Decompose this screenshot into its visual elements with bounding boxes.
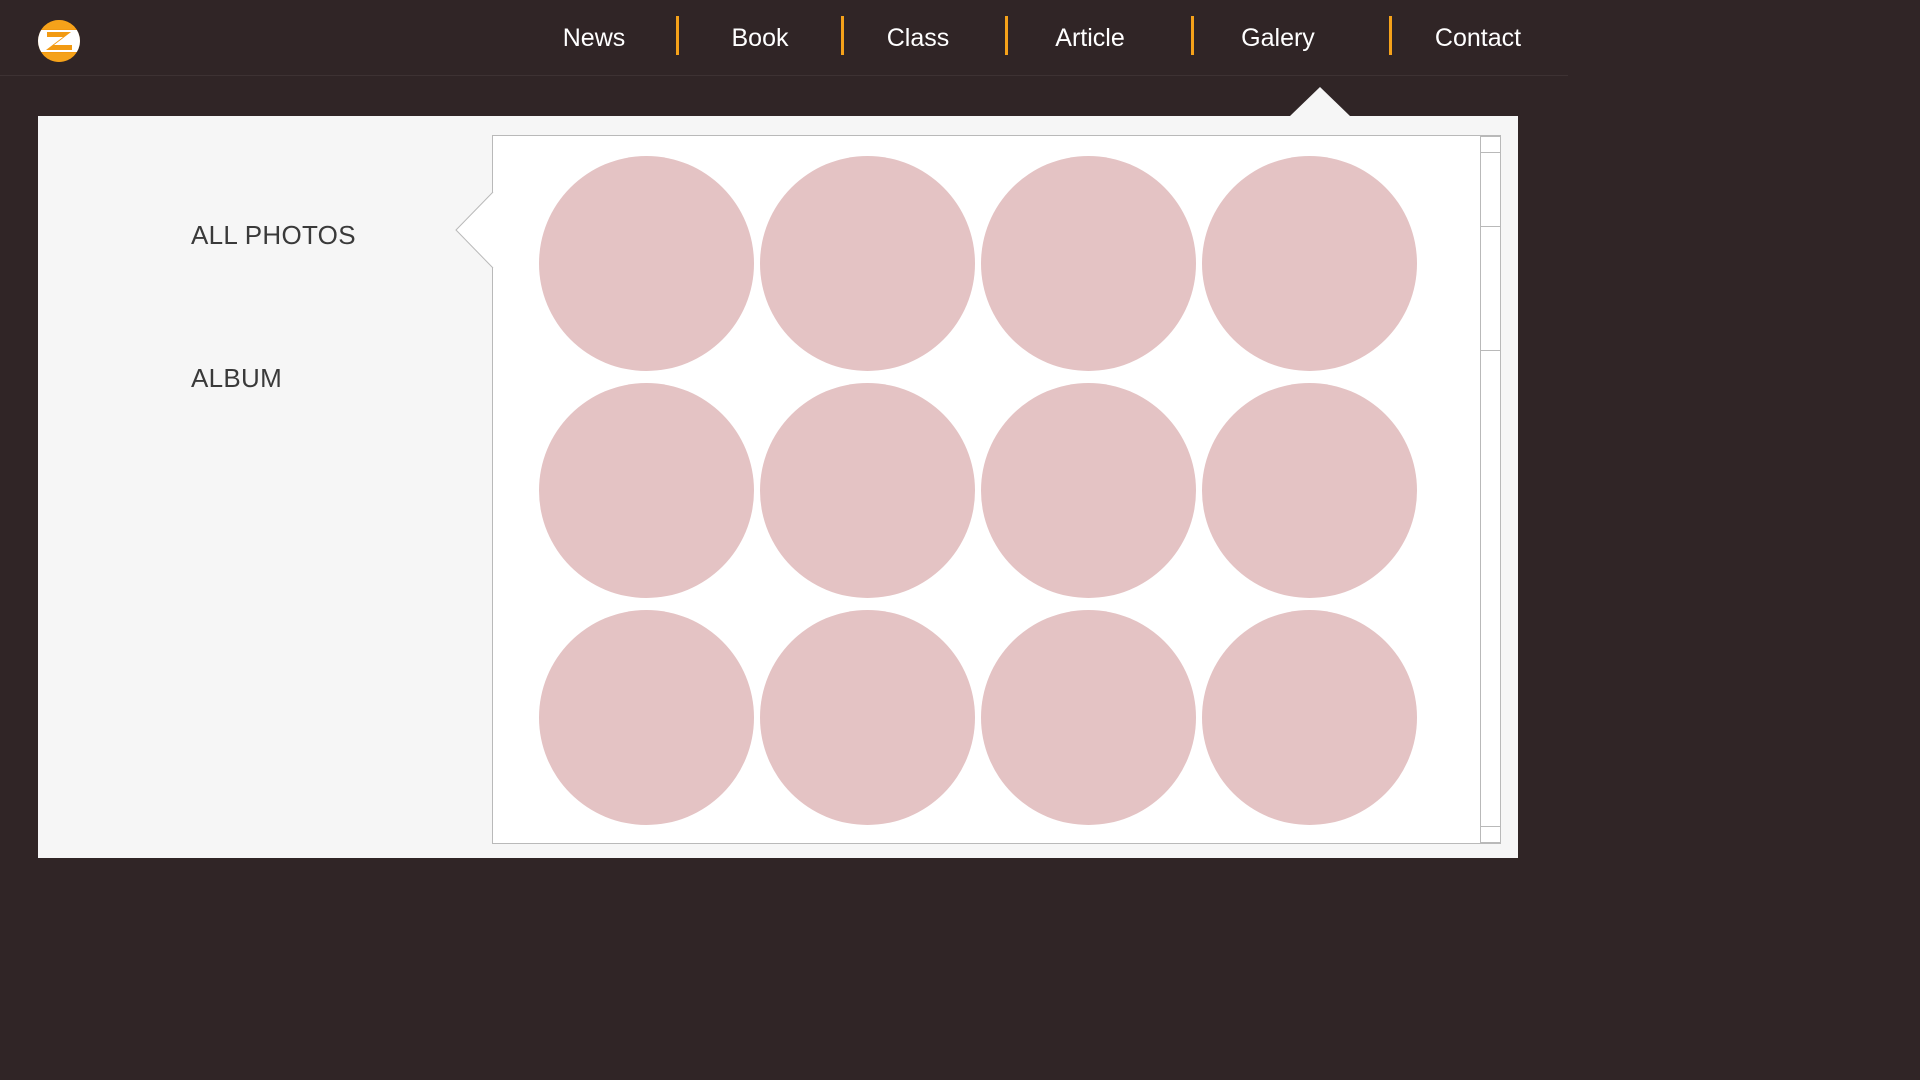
nav-divider	[676, 16, 679, 55]
nav-contact[interactable]: Contact	[1430, 20, 1526, 56]
photo-grid-container	[492, 135, 1501, 844]
sidebar-item-all-photos[interactable]: ALL PHOTOS	[191, 220, 356, 251]
photo-thumbnail[interactable]	[981, 156, 1196, 371]
sidebar-item-album[interactable]: ALBUM	[191, 363, 282, 394]
photo-thumbnail[interactable]	[1202, 156, 1417, 371]
scroll-thumb[interactable]	[1481, 226, 1500, 351]
photo-thumbnail[interactable]	[539, 610, 754, 825]
nav-divider	[1005, 16, 1008, 55]
photo-thumbnail[interactable]	[1202, 383, 1417, 598]
z-logo-icon[interactable]	[38, 20, 80, 62]
photo-thumbnail[interactable]	[981, 383, 1196, 598]
photo-thumbnail[interactable]	[760, 156, 975, 371]
selection-pointer	[455, 192, 494, 268]
photo-thumbnail[interactable]	[981, 610, 1196, 825]
photo-thumbnail[interactable]	[760, 610, 975, 825]
photo-grid	[539, 156, 1417, 825]
nav-news[interactable]: News	[559, 20, 629, 56]
photo-thumbnail[interactable]	[760, 383, 975, 598]
scroll-up-button[interactable]	[1481, 136, 1500, 153]
nav-galery[interactable]: Galery	[1236, 20, 1320, 56]
active-nav-indicator	[1290, 87, 1350, 116]
photo-thumbnail[interactable]	[1202, 610, 1417, 825]
vertical-scrollbar[interactable]	[1480, 136, 1500, 843]
nav-divider	[1389, 16, 1392, 55]
nav-class[interactable]: Class	[883, 20, 953, 56]
nav-book[interactable]: Book	[725, 20, 795, 56]
photo-thumbnail[interactable]	[539, 383, 754, 598]
nav-article[interactable]: Article	[1050, 20, 1130, 56]
nav-divider	[1191, 16, 1194, 55]
gallery-panel: ALL PHOTOS ALBUM	[38, 116, 1518, 858]
photo-thumbnail[interactable]	[539, 156, 754, 371]
nav-divider	[841, 16, 844, 55]
scroll-down-button[interactable]	[1481, 826, 1500, 843]
top-navigation-bar: News Book Class Article Galery Contact	[0, 0, 1568, 76]
